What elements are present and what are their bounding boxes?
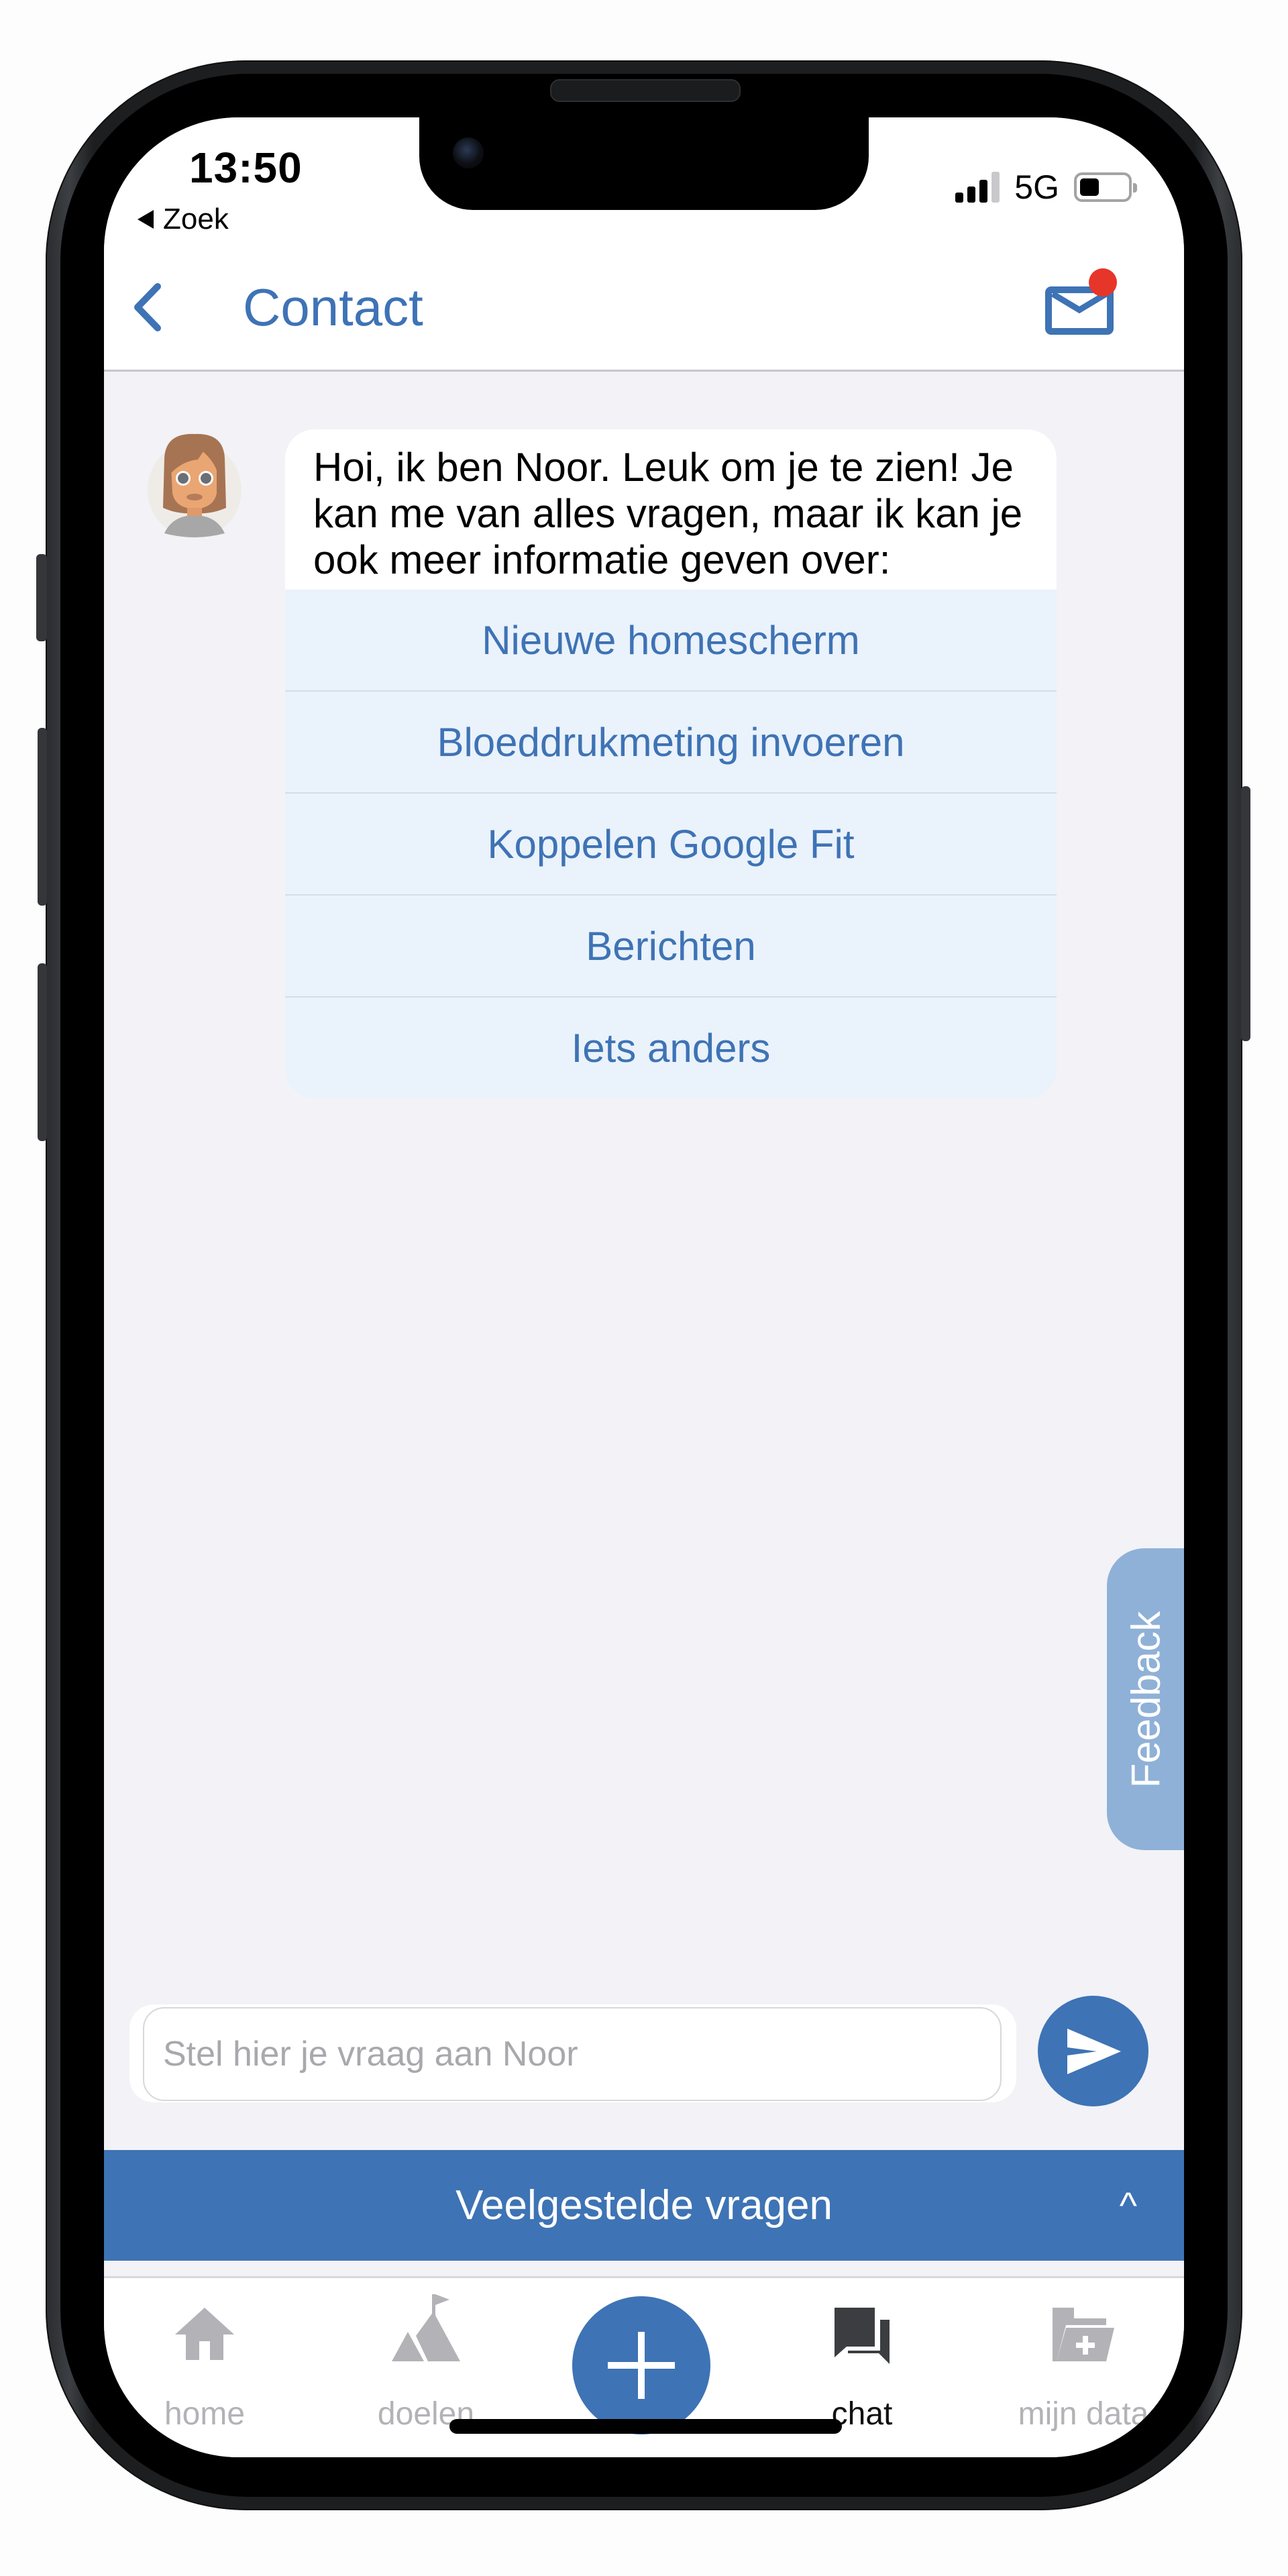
feedback-button[interactable]: Feedback <box>1107 1548 1184 1850</box>
tab-my-data-label: mijn data <box>1018 2396 1149 2432</box>
status-indicators: 5G <box>955 168 1137 207</box>
status-time: 13:50 <box>189 144 303 192</box>
add-button[interactable] <box>572 2296 710 2434</box>
network-type: 5G <box>1014 168 1059 206</box>
back-button[interactable] <box>123 277 176 337</box>
send-icon <box>1067 2028 1121 2074</box>
back-triangle-icon <box>138 210 154 229</box>
bot-message-bubble: Hoi, ik ben Noor. Leuk om je te zien! Je… <box>285 429 1057 1098</box>
signal-strength-icon <box>955 172 1000 203</box>
battery-level <box>1080 178 1099 196</box>
volume-down-button <box>38 963 47 1141</box>
home-indicator[interactable] <box>449 2419 842 2434</box>
earpiece-speaker <box>550 79 741 102</box>
back-to-app-link[interactable]: Zoek <box>138 203 229 236</box>
tab-home-label: home <box>164 2396 246 2432</box>
mountain-flag-icon <box>392 2294 460 2361</box>
messages-button[interactable] <box>1043 268 1117 335</box>
quick-reply-new-homescreen[interactable]: Nieuwe homescherm <box>285 590 1057 690</box>
tab-my-data[interactable]: mijn data <box>983 2278 1184 2457</box>
chat-input[interactable] <box>143 2007 1002 2101</box>
faq-toggle-bar[interactable]: Veelgestelde vragen ^ <box>104 2150 1184 2261</box>
power-button <box>1241 786 1250 1041</box>
quick-reply-something-else[interactable]: Iets anders <box>285 996 1057 1098</box>
notch <box>419 117 869 210</box>
faq-label: Veelgestelde vragen <box>455 2182 833 2229</box>
quick-reply-google-fit[interactable]: Koppelen Google Fit <box>285 792 1057 894</box>
back-to-app-label: Zoek <box>163 203 229 235</box>
feedback-label: Feedback <box>1123 1611 1168 1788</box>
home-icon <box>175 2308 234 2360</box>
avatar-noor-icon <box>148 433 241 538</box>
chevron-up-icon: ^ <box>1119 2184 1137 2226</box>
tab-home[interactable]: home <box>104 2278 305 2457</box>
screen: 13:50 Zoek 5G Contact Hoi, ik ben Noor. … <box>104 117 1184 2457</box>
quick-reply-messages[interactable]: Berichten <box>285 894 1057 996</box>
bot-message-text: Hoi, ik ben Noor. Leuk om je te zien! Je… <box>313 445 1023 582</box>
front-camera <box>453 138 484 168</box>
chat-bubbles-icon <box>835 2308 890 2364</box>
volume-up-button <box>38 728 47 906</box>
silent-switch <box>36 554 47 641</box>
quick-reply-blood-pressure[interactable]: Bloeddrukmeting invoeren <box>285 690 1057 792</box>
chevron-left-icon <box>134 283 161 331</box>
folder-plus-icon <box>1053 2308 1114 2361</box>
battery-icon <box>1074 172 1137 202</box>
bot-avatar <box>144 426 245 540</box>
quick-reply-options: Nieuwe homescherm Bloeddrukmeting invoer… <box>285 590 1057 1098</box>
send-button[interactable] <box>1038 1996 1148 2106</box>
page-title: Contact <box>243 278 423 337</box>
notification-badge <box>1089 268 1117 297</box>
